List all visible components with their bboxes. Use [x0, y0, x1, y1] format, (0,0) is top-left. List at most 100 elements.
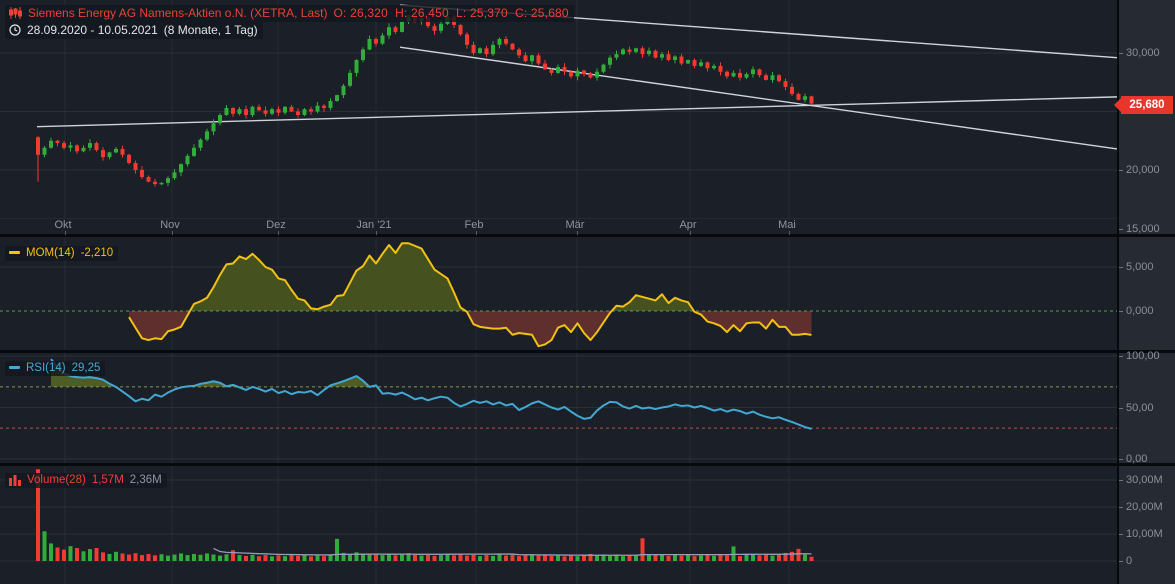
volume-bar — [75, 548, 79, 561]
volume-bar — [218, 556, 222, 561]
axis-tick — [1119, 534, 1123, 535]
candle-body — [75, 145, 79, 151]
candle-body — [537, 55, 541, 63]
volume-bar — [205, 553, 209, 561]
volume-bar — [335, 539, 339, 561]
volume-bar — [498, 555, 502, 561]
volume-bar — [322, 556, 326, 561]
volume-bar — [231, 550, 235, 561]
x-axis-month-label[interactable]: Okt — [35, 219, 91, 231]
momentum-chart-canvas[interactable] — [0, 238, 1175, 352]
volume-bar — [738, 556, 742, 561]
volume-bar — [446, 554, 450, 561]
volume-bar — [192, 554, 196, 561]
volume-bar — [387, 554, 391, 561]
candle-body — [56, 141, 60, 143]
candle-body — [511, 44, 515, 50]
candle-body — [654, 51, 658, 58]
y-axis-label-vol: 30,00M — [1126, 474, 1163, 486]
x-axis-month-label[interactable]: Mai — [759, 219, 815, 231]
candle-body — [303, 109, 307, 115]
rsi-chart-canvas[interactable] — [0, 353, 1175, 465]
candle-body — [88, 143, 92, 148]
volume-bar — [621, 556, 625, 561]
panel-separator[interactable] — [0, 350, 1175, 353]
volume-bar — [316, 556, 320, 561]
candle-body — [381, 35, 385, 43]
candle-body — [550, 69, 554, 73]
x-axis-month-label[interactable]: Feb — [446, 219, 502, 231]
volume-bar — [725, 556, 729, 561]
axis-tick — [1119, 267, 1123, 268]
volume-bar — [140, 555, 144, 561]
close-value: 25,680 — [531, 6, 569, 20]
candle-body — [179, 164, 183, 172]
x-axis-tick — [690, 231, 691, 235]
x-axis-month-label[interactable]: Jan '21 — [346, 219, 402, 231]
candle-body — [530, 55, 534, 61]
volume-bar — [582, 555, 586, 561]
x-axis-month-label[interactable]: Apr — [660, 219, 716, 231]
panel-separator[interactable] — [0, 234, 1175, 237]
volume-bar — [244, 556, 248, 561]
candle-body — [121, 149, 125, 155]
price-axis-column[interactable] — [1119, 0, 1175, 584]
volume-bar — [745, 555, 749, 561]
volume-bar — [121, 553, 125, 561]
volume-bar — [426, 555, 430, 561]
volume-bar — [517, 556, 521, 561]
candle-body — [335, 95, 339, 101]
candle-body — [784, 81, 788, 87]
volume-bar — [478, 556, 482, 561]
x-axis-month-label[interactable]: Mär — [547, 219, 603, 231]
volume-bar — [413, 555, 417, 561]
y-axis-label-main: 20,000 — [1126, 164, 1160, 176]
candle-body — [153, 182, 157, 184]
volume-bar — [212, 555, 216, 561]
candle-body — [82, 148, 86, 152]
candle-body — [62, 143, 66, 148]
candle-body — [738, 73, 742, 78]
volume-ma-line — [214, 548, 812, 555]
volume-value: 1,57M — [92, 474, 124, 486]
axis-tick — [1119, 229, 1123, 230]
axis-tick — [1119, 480, 1123, 481]
candle-body — [576, 71, 580, 77]
candlestick-icon — [9, 7, 22, 19]
high-value: 26,450 — [411, 6, 449, 20]
volume-bar — [108, 554, 112, 561]
candle-body — [140, 170, 144, 177]
panel-separator[interactable] — [0, 463, 1175, 466]
mom-value: -2,210 — [81, 247, 114, 259]
candle-body — [667, 54, 671, 60]
candle-body — [270, 109, 274, 114]
candle-body — [296, 112, 300, 116]
volume-bar — [569, 555, 573, 561]
volume-bar — [797, 549, 801, 561]
candle-body — [192, 148, 196, 156]
x-axis-tick — [65, 231, 66, 235]
candle-body — [95, 143, 99, 150]
candle-body — [244, 109, 248, 115]
candle-body — [582, 71, 586, 75]
volume-chart-canvas[interactable] — [0, 466, 1175, 584]
x-axis-month-label[interactable]: Nov — [142, 219, 198, 231]
volume-bar — [134, 553, 138, 561]
candle-body — [621, 49, 625, 54]
volume-bar — [296, 556, 300, 561]
candle-body — [290, 107, 294, 112]
candle-body — [699, 62, 703, 66]
x-axis-tick — [476, 231, 477, 235]
volume-bar — [303, 555, 307, 561]
axis-tick — [1119, 311, 1123, 312]
x-axis-month-label[interactable]: Dez — [248, 219, 304, 231]
candle-body — [160, 183, 164, 184]
last-price-tag: 25,680 — [1121, 96, 1173, 114]
volume-bar — [82, 551, 86, 561]
candle-body — [595, 72, 599, 78]
volume-bar — [270, 556, 274, 561]
volume-bar — [576, 556, 580, 561]
candle-body — [498, 39, 502, 45]
rsi-line-icon — [9, 366, 20, 369]
volume-bar — [751, 554, 755, 561]
